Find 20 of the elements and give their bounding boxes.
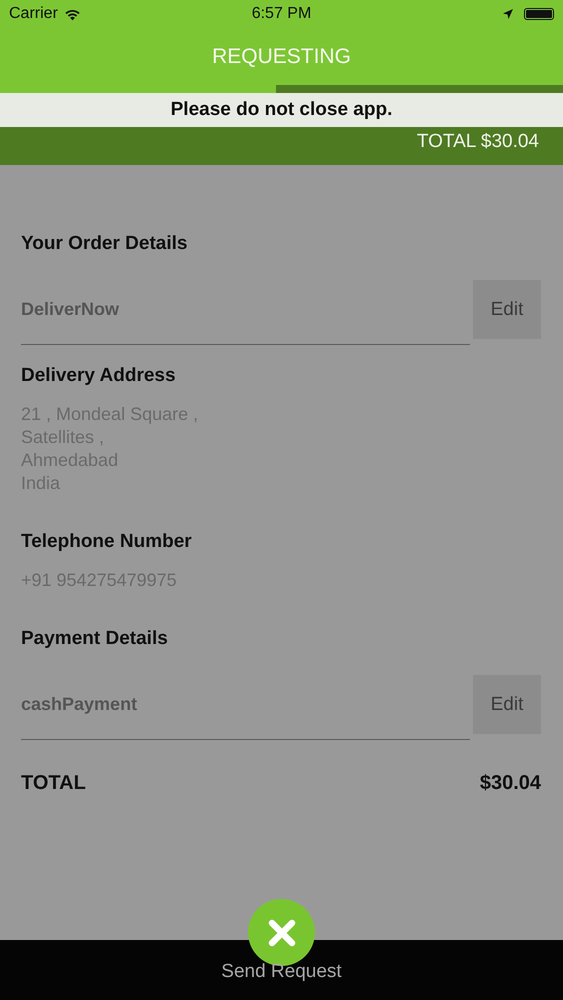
header-total: TOTAL $30.04	[416, 131, 539, 153]
edit-button[interactable]: Edit	[473, 675, 541, 734]
location-arrow-icon	[502, 8, 514, 20]
section-heading: Telephone Number	[21, 531, 193, 553]
screen-title: REQUESTING	[211, 44, 352, 70]
send-request-label: Send Request	[220, 960, 343, 983]
section-heading: Your Order Details	[21, 233, 188, 255]
battery-icon	[524, 8, 554, 20]
notice-banner: Please do not close app.	[0, 93, 563, 127]
value-field: DeliverNow	[21, 265, 470, 345]
carrier-label: Carrier	[9, 5, 58, 23]
total-amount: $30.04	[480, 772, 541, 795]
value-field: cashPayment	[21, 660, 470, 740]
wifi-icon	[64, 8, 81, 20]
edit-button[interactable]: Edit	[473, 280, 541, 339]
close-icon	[266, 918, 296, 948]
section-heading: Delivery Address	[21, 365, 177, 387]
clock-time: 6:57 PM	[250, 5, 312, 23]
section-heading: Payment Details	[21, 628, 169, 650]
total-label: TOTAL	[21, 772, 86, 795]
